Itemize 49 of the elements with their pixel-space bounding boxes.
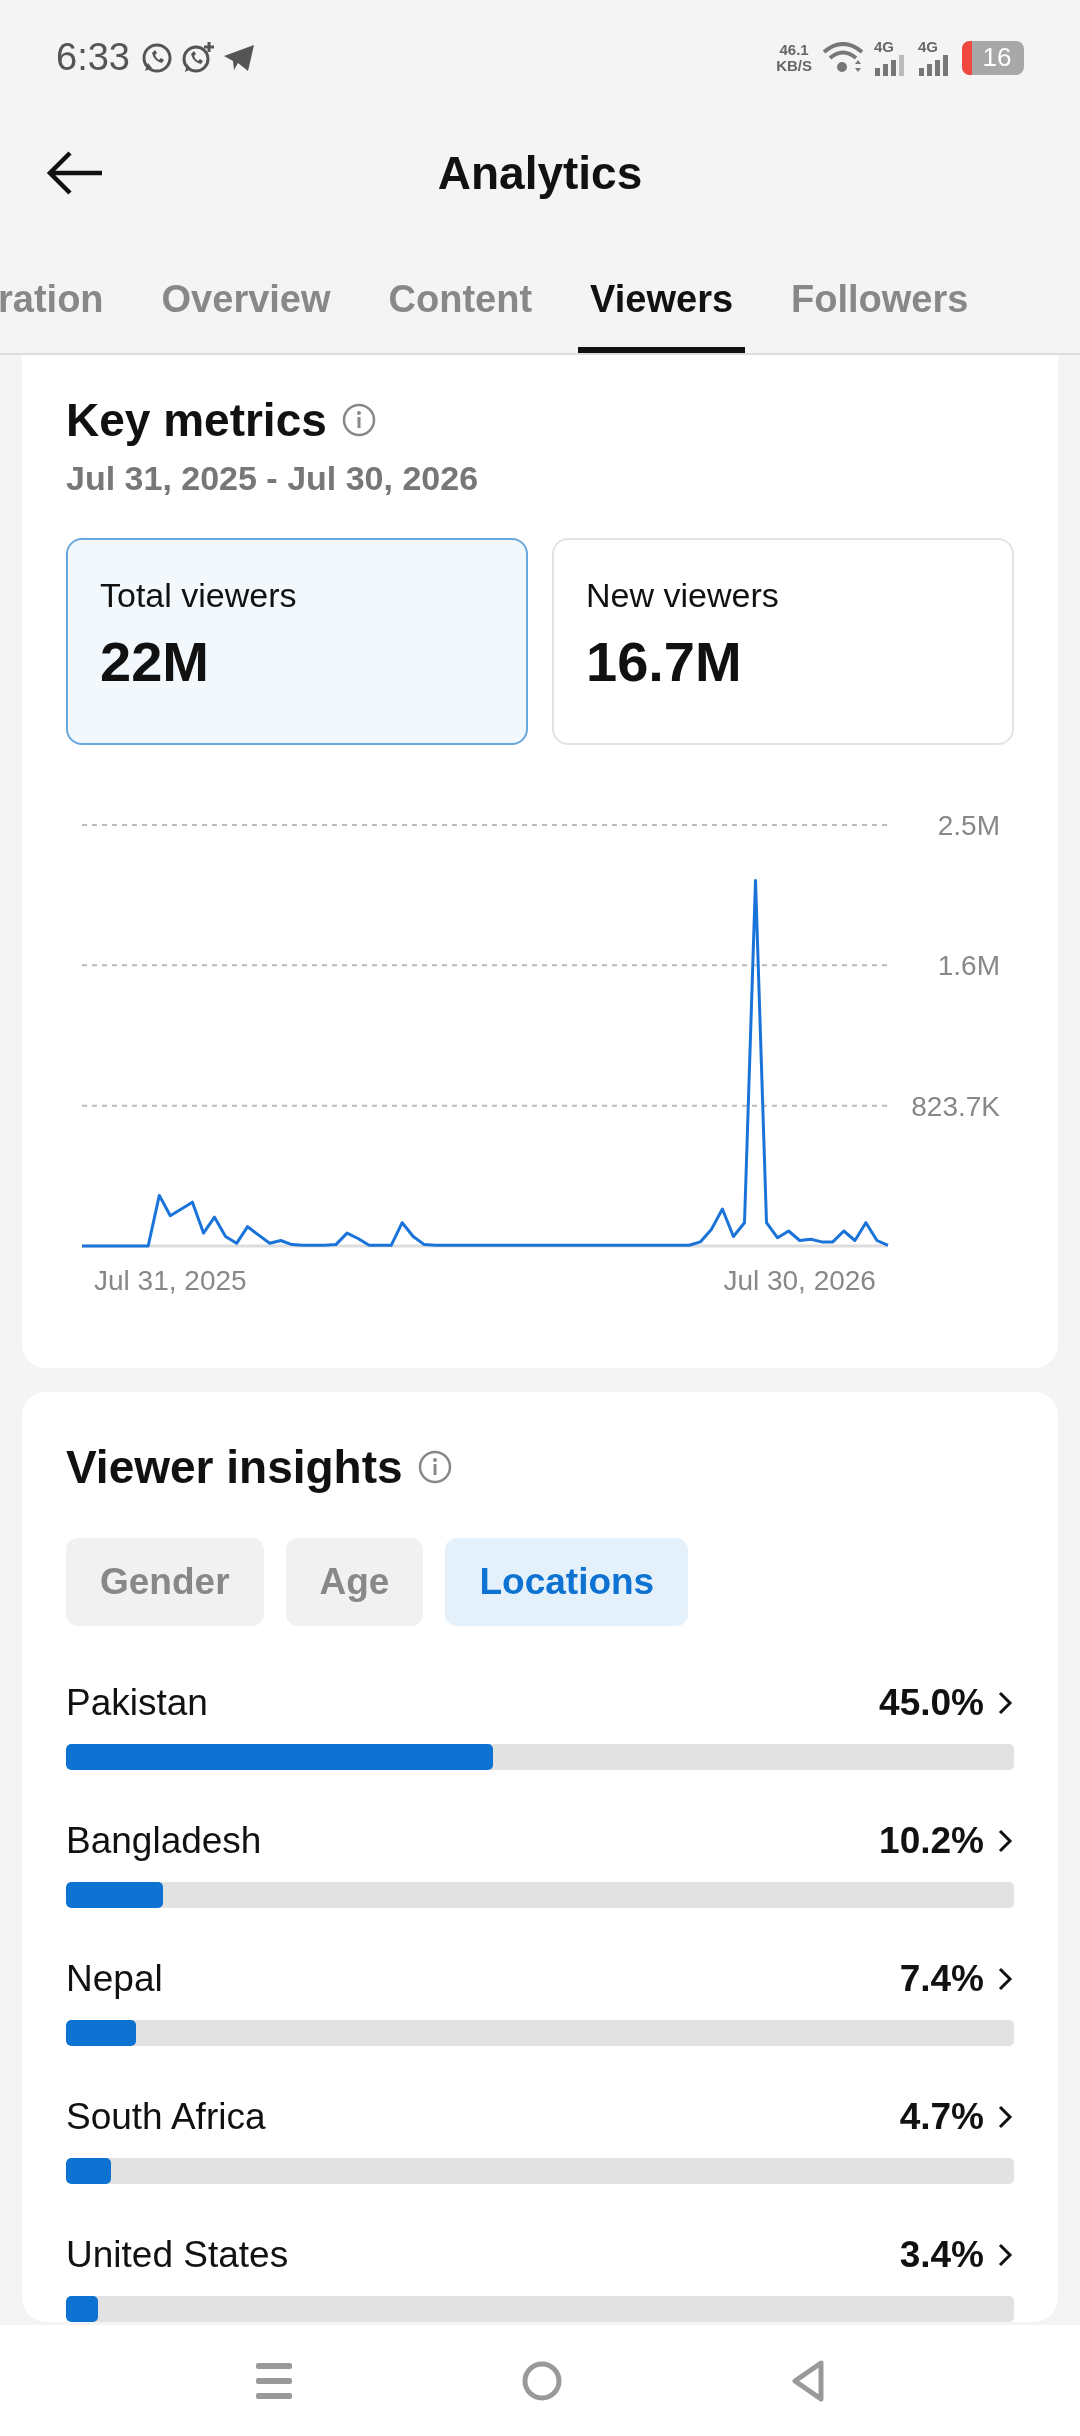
- metric-label: New viewers: [586, 576, 780, 615]
- metric-label: Total viewers: [100, 576, 298, 615]
- home-icon[interactable]: [522, 2360, 562, 2401]
- tab[interactable]: ration: [0, 278, 116, 353]
- chevron-right-icon[interactable]: [996, 1965, 1014, 1993]
- back-icon[interactable]: [791, 2359, 826, 2402]
- metric-value: 16.7M: [586, 629, 743, 694]
- battery-indicator: 16: [962, 40, 1024, 75]
- axis-label: 823.7K: [911, 1090, 1000, 1122]
- chevron-right-icon[interactable]: [996, 1689, 1014, 1717]
- percentage: 7.4%: [899, 1958, 984, 2000]
- network-type: 4G: [918, 39, 938, 54]
- info-icon[interactable]: [340, 402, 377, 438]
- network-speed: 46.1 KB/S: [776, 41, 812, 74]
- metric-card[interactable]: New viewers 16.7M: [552, 538, 1014, 745]
- axis-label: 1.6M: [937, 950, 1000, 982]
- clock: 6:33: [56, 36, 130, 79]
- section-title: Viewer insights: [66, 1440, 403, 1494]
- axis-label: 2.5M: [937, 810, 1000, 841]
- tab[interactable]: Content: [376, 278, 545, 353]
- network-type: 4G: [874, 39, 894, 54]
- axis-label: Jul 31, 2025: [94, 1265, 247, 1296]
- metric-value: 22M: [100, 629, 210, 694]
- back-arrow-icon[interactable]: [46, 150, 104, 196]
- tab[interactable]: Overview: [149, 278, 343, 353]
- axis-label: Jul 30, 2026: [723, 1265, 876, 1296]
- section-title: Key metrics: [66, 393, 327, 447]
- country-name: United States: [66, 2234, 290, 2276]
- chevron-right-icon[interactable]: [996, 2241, 1014, 2269]
- country-name: Nepal: [66, 1958, 164, 2000]
- chevron-right-icon[interactable]: [996, 2103, 1014, 2131]
- info-icon[interactable]: [416, 1449, 453, 1485]
- country-name: Bangladesh: [66, 1820, 263, 1862]
- percentage: 3.4%: [899, 2234, 984, 2276]
- tab[interactable]: Followers: [779, 278, 981, 353]
- percentage: 4.7%: [899, 2096, 984, 2138]
- country-name: Pakistan: [66, 1682, 209, 1724]
- percentage: 45.0%: [879, 1682, 984, 1724]
- chevron-right-icon[interactable]: [996, 1827, 1014, 1855]
- filter-chip[interactable]: Gender: [66, 1538, 264, 1626]
- menu-icon[interactable]: [254, 2360, 293, 2401]
- wifi-icon: [822, 41, 864, 74]
- filter-chip[interactable]: Age: [285, 1538, 424, 1626]
- date-range: Jul 31, 2025 - Jul 30, 2026: [66, 459, 480, 498]
- page-title: Analytics: [437, 145, 643, 200]
- filter-chip[interactable]: Locations: [445, 1538, 689, 1626]
- percentage: 10.2%: [879, 1820, 984, 1862]
- metric-card[interactable]: Total viewers 22M: [66, 538, 528, 745]
- country-name: South Africa: [66, 2096, 267, 2138]
